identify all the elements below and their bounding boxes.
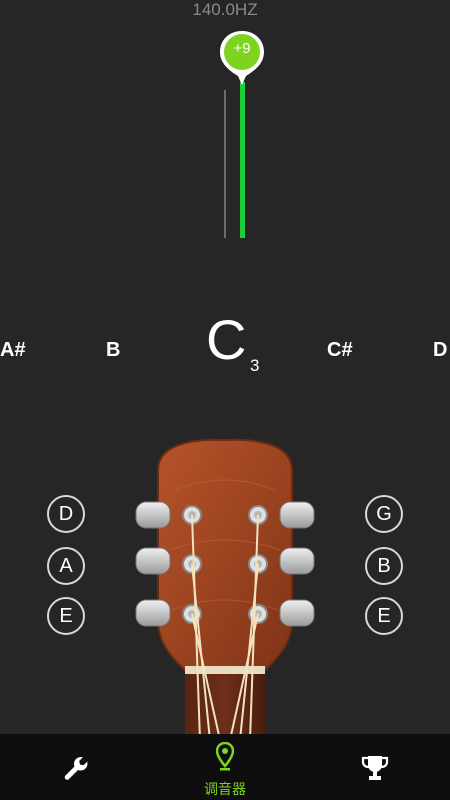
string-button-b[interactable]: B [365,547,403,585]
note-far-right: D [433,339,448,361]
nav-tuner-button[interactable]: 调音器 [150,734,300,800]
string-button-high-e[interactable]: E [365,597,403,635]
nav-tuner-label: 调音器 [204,781,246,797]
nav-achievements-button[interactable] [300,734,450,800]
frequency-readout: 140.0HZ [192,0,258,19]
string-button-d[interactable]: D [47,495,85,533]
bottom-nav: 调音器 [0,734,450,800]
current-note: C [206,308,247,371]
guitar-headstock-icon [135,438,315,740]
current-note-octave: 3 [250,356,260,375]
note-far-left: A# [0,339,26,361]
wrench-icon [64,757,88,780]
string-button-g[interactable]: G [365,495,403,533]
meter-reference-line [224,90,226,238]
string-button-low-e[interactable]: E [47,597,85,635]
trophy-icon [361,756,389,780]
offset-badge-value: +9 [233,40,251,57]
nav-tools-button[interactable] [0,734,150,800]
string-button-a[interactable]: A [47,547,85,585]
meter-needle [240,82,245,238]
location-pin-icon [216,742,234,771]
note-left: B [106,339,121,361]
note-right: C# [327,339,353,361]
